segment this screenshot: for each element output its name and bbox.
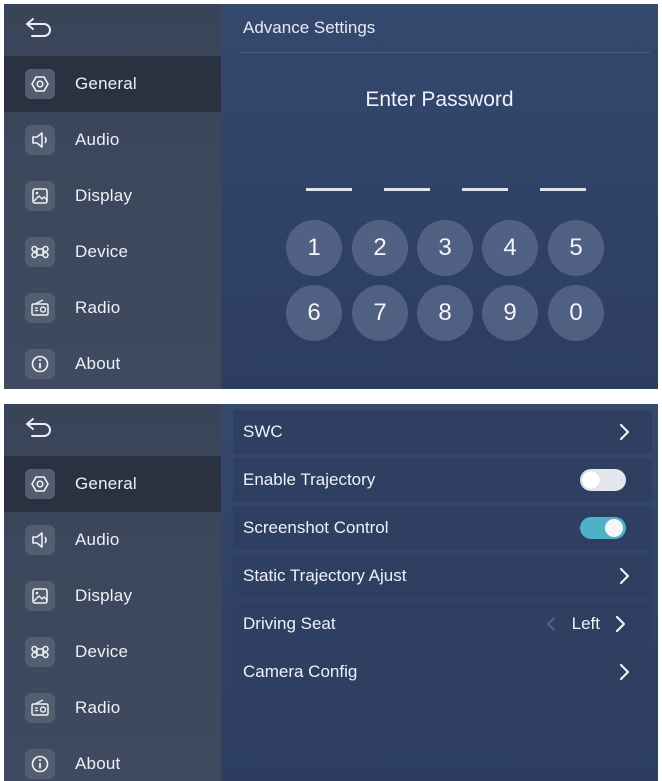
setting-label: Screenshot Control (243, 518, 389, 537)
setting-screenshot-control: Screenshot Control (233, 506, 652, 550)
setting-swc[interactable]: SWC (233, 410, 652, 454)
setting-label: Camera Config (243, 662, 358, 681)
sidebar-item-label: About (75, 354, 121, 373)
sidebar-item-label: Audio (75, 530, 120, 549)
sidebar-item-label: Device (75, 242, 129, 261)
sidebar-item-general[interactable]: General (4, 56, 221, 112)
sidebar-nav: General Audio Display Device Radio About (4, 56, 221, 389)
password-screen: General Audio Display Device Radio About (4, 4, 658, 389)
sidebar-item-display[interactable]: Display (4, 168, 221, 224)
setting-camera-config[interactable]: Camera Config (233, 650, 652, 694)
speaker-icon (25, 525, 55, 555)
chevron-right-icon (619, 663, 630, 681)
radio-icon (25, 293, 55, 323)
sidebar-item-radio[interactable]: Radio (4, 680, 221, 736)
info-icon (25, 349, 55, 379)
setting-label: SWC (243, 422, 283, 441)
sidebar-item-audio[interactable]: Audio (4, 512, 221, 568)
sidebar-item-device[interactable]: Device (4, 224, 221, 280)
keypad-key-1[interactable]: 1 (286, 220, 342, 276)
sidebar-item-radio[interactable]: Radio (4, 280, 221, 336)
back-button[interactable] (24, 416, 60, 444)
setting-label: Enable Trajectory (243, 470, 376, 489)
chevron-right-icon (619, 423, 630, 441)
sidebar-nav: General Audio Display Device Radio About (4, 456, 221, 781)
toggle-knob (605, 519, 623, 537)
keypad-key-8[interactable]: 8 (417, 285, 473, 341)
sidebar-item-general[interactable]: General (4, 456, 221, 512)
password-slot (384, 188, 430, 191)
sidebar-item-label: About (75, 754, 121, 773)
sidebar-item-label: Radio (75, 298, 121, 317)
password-slot (306, 188, 352, 191)
page-title: Advance Settings (243, 18, 376, 37)
setting-driving-seat: Driving Seat Left (233, 602, 652, 646)
keypad-key-7[interactable]: 7 (352, 285, 408, 341)
keypad-key-4[interactable]: 4 (482, 220, 538, 276)
sidebar: General Audio Display Device Radio About (4, 4, 221, 389)
toggle-knob (582, 471, 600, 489)
password-slot (462, 188, 508, 191)
keypad-key-3[interactable]: 3 (417, 220, 473, 276)
keypad-key-6[interactable]: 6 (286, 285, 342, 341)
chevron-right-icon (619, 567, 630, 585)
chevron-right-icon[interactable] (610, 614, 630, 634)
info-icon (25, 749, 55, 779)
settings-hexagon-icon (25, 69, 55, 99)
keypad-key-0[interactable]: 0 (548, 285, 604, 341)
sidebar-item-label: Device (75, 642, 129, 661)
password-panel: Advance Settings Enter Password 1 2 3 4 … (221, 4, 658, 389)
password-slot (540, 188, 586, 191)
sidebar-item-label: Display (75, 586, 133, 605)
keypad-key-5[interactable]: 5 (548, 220, 604, 276)
sidebar-item-label: General (75, 74, 137, 93)
sidebar-item-about[interactable]: About (4, 736, 221, 781)
speaker-icon (25, 125, 55, 155)
command-icon (25, 237, 55, 267)
setting-label: Static Trajectory Ajust (243, 566, 407, 585)
driving-seat-value: Left (571, 614, 600, 633)
sidebar-item-label: General (75, 474, 137, 493)
sidebar-item-device[interactable]: Device (4, 624, 221, 680)
sidebar: General Audio Display Device Radio About (4, 404, 221, 781)
command-icon (25, 637, 55, 667)
setting-label: Driving Seat (243, 614, 336, 633)
image-icon (25, 181, 55, 211)
sidebar-item-audio[interactable]: Audio (4, 112, 221, 168)
back-arrow-icon (26, 418, 51, 437)
radio-icon (25, 693, 55, 723)
settings-hexagon-icon (25, 469, 55, 499)
sidebar-item-label: Display (75, 186, 133, 205)
chevron-left-icon[interactable] (544, 615, 558, 633)
setting-static-trajectory[interactable]: Static Trajectory Ajust (233, 554, 652, 598)
screenshot-control-toggle[interactable] (580, 517, 626, 539)
keypad-key-9[interactable]: 9 (482, 285, 538, 341)
settings-panel: SWC Enable Trajectory Screenshot Control… (221, 404, 658, 781)
password-prompt: Enter Password (365, 88, 514, 111)
sidebar-item-label: Radio (75, 698, 121, 717)
image-icon (25, 581, 55, 611)
sidebar-item-about[interactable]: About (4, 336, 221, 389)
setting-enable-trajectory: Enable Trajectory (233, 458, 652, 502)
keypad-key-2[interactable]: 2 (352, 220, 408, 276)
divider (239, 52, 650, 53)
back-button[interactable] (24, 16, 60, 44)
enable-trajectory-toggle[interactable] (580, 469, 626, 491)
sidebar-item-label: Audio (75, 130, 120, 149)
sidebar-item-display[interactable]: Display (4, 568, 221, 624)
general-settings-screen: General Audio Display Device Radio About (4, 404, 658, 781)
back-arrow-icon (26, 18, 51, 37)
